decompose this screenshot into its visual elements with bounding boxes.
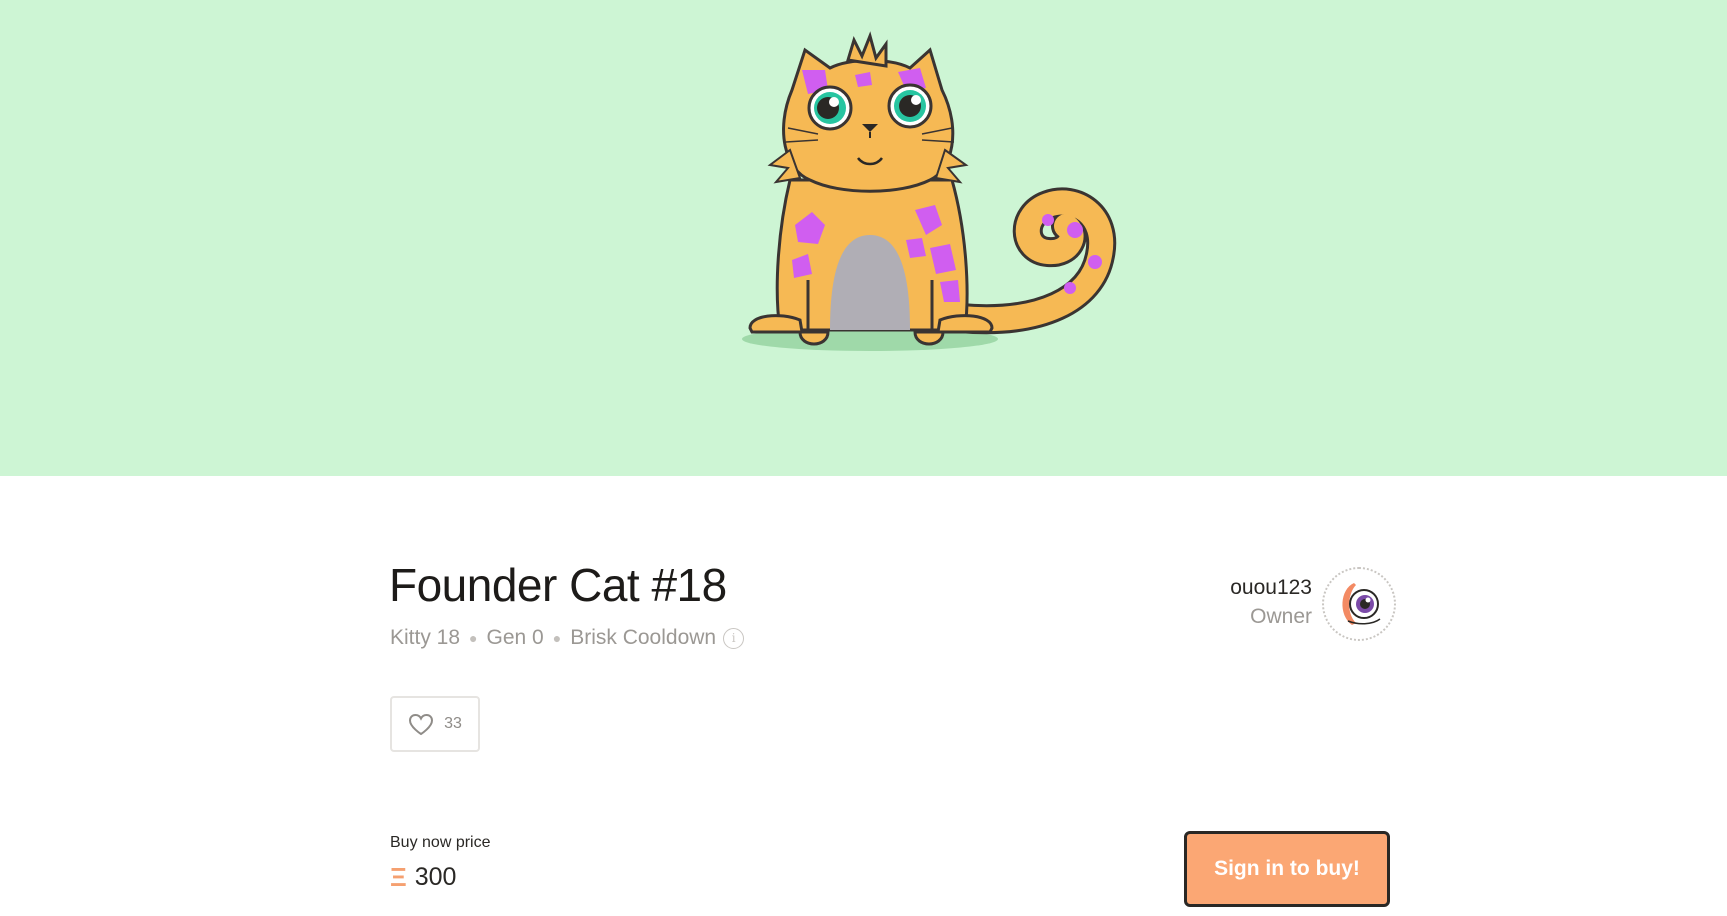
kitty-illustration <box>730 30 1150 370</box>
owner-role-label: Owner <box>1250 605 1312 628</box>
owner-avatar[interactable] <box>1322 567 1396 641</box>
kitty-details: Founder Cat #18 Kitty 18 ● Gen 0 ● Brisk… <box>0 476 1727 916</box>
eye-avatar-icon <box>1332 577 1386 631</box>
kitty-id: Kitty 18 <box>390 626 461 649</box>
separator-dot: ● <box>552 630 562 646</box>
separator-dot: ● <box>469 630 478 646</box>
kitty-meta: Kitty 18 ● Gen 0 ● Brisk Cooldown i <box>390 626 745 650</box>
kitty-generation: Gen 0 <box>486 626 544 649</box>
price-label: Buy now price <box>390 834 491 851</box>
info-icon[interactable]: i <box>723 627 745 649</box>
kitty-cooldown: Brisk Cooldown <box>570 626 717 649</box>
ether-icon: Ξ <box>390 862 407 892</box>
sign-in-to-buy-button[interactable]: Sign in to buy! <box>1184 831 1390 907</box>
kitty-hero-banner <box>0 0 1727 476</box>
like-button[interactable]: 33 <box>390 696 480 752</box>
price-value-row: Ξ 300 <box>390 862 456 893</box>
kitty-title: Founder Cat #18 <box>389 559 727 611</box>
owner-name[interactable]: ouou123 <box>1230 574 1312 602</box>
owner-info[interactable]: ouou123 Owner <box>1230 574 1312 632</box>
price-value: 300 <box>414 863 457 891</box>
heart-icon <box>409 713 434 735</box>
like-count: 33 <box>444 715 462 732</box>
